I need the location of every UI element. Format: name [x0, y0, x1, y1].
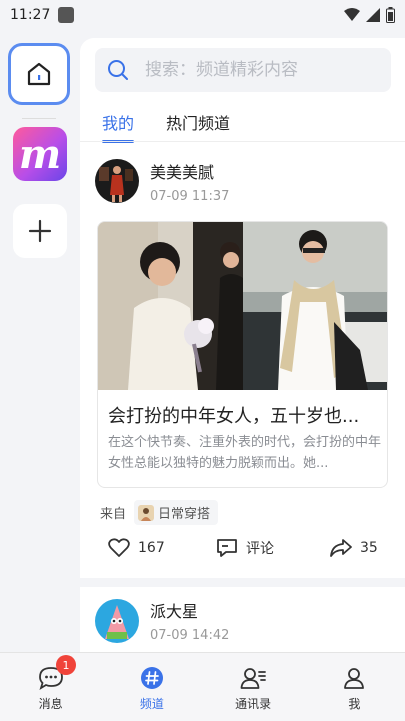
- like-button[interactable]: 167: [108, 538, 165, 558]
- post-author[interactable]: 派大星: [150, 598, 229, 622]
- share-count: 35: [360, 540, 378, 556]
- avatar[interactable]: [95, 159, 139, 203]
- nav-channels-label: 频道: [139, 697, 164, 711]
- source-label: 来自: [100, 507, 127, 522]
- rail-app-meitu[interactable]: m: [13, 127, 67, 181]
- comment-icon: [217, 539, 237, 557]
- share-button[interactable]: 35: [330, 538, 378, 558]
- rail-home-button[interactable]: [8, 43, 70, 105]
- tab-mine[interactable]: 我的: [102, 110, 135, 143]
- tabs-divider: [80, 141, 405, 142]
- channel-rail: m: [0, 30, 80, 652]
- feed-tabs: 我的 热门频道: [102, 110, 230, 143]
- nav-messages[interactable]: 1 消息: [0, 653, 101, 721]
- source-channel-chip[interactable]: 日常穿搭: [134, 500, 219, 525]
- contacts-icon: [240, 668, 267, 689]
- post-actions: 167 评论 35: [80, 538, 405, 570]
- comment-button[interactable]: 评论: [216, 538, 274, 558]
- post-header[interactable]: 派大星 07-09 14:42: [95, 598, 229, 643]
- nav-contacts[interactable]: 通讯录: [203, 653, 304, 721]
- plus-icon: [28, 219, 52, 243]
- search-icon: [108, 60, 128, 80]
- post-card[interactable]: 会打扮的中年女人，五十岁也... 在这个快节奏、注重外表的时代，会打扮的中年女性…: [97, 221, 388, 488]
- notification-icon: [58, 7, 75, 23]
- comment-label: 评论: [246, 541, 274, 557]
- hashtag-icon: [140, 667, 163, 689]
- post-time: 07-09 11:37: [150, 188, 230, 204]
- post-source: 来自 日常穿搭: [100, 500, 219, 525]
- channel-feed: 我的 热门频道 美美美腻 07-09 11:37: [80, 38, 405, 652]
- source-channel-name: 日常穿搭: [158, 507, 211, 522]
- tab-hot-channels[interactable]: 热门频道: [166, 110, 230, 140]
- channel-thumbnail-icon: [138, 504, 155, 521]
- post-card-title: 会打扮的中年女人，五十岁也...: [108, 406, 360, 427]
- post-time: 07-09 14:42: [150, 628, 230, 643]
- signal-icon: [366, 8, 380, 22]
- avatar[interactable]: [95, 598, 139, 643]
- status-bar: 11:27: [0, 0, 405, 30]
- nav-me[interactable]: 我: [304, 653, 405, 721]
- battery-icon: [386, 7, 395, 23]
- heart-icon: [108, 538, 130, 557]
- nav-me-label: 我: [348, 697, 361, 711]
- post-card-description: 在这个快节奏、注重外表的时代，会打扮的中年女性总能以独特的魅力脱颖而出。她...: [108, 435, 382, 471]
- meitu-logo-icon: m: [18, 130, 62, 178]
- nav-channels[interactable]: 频道: [101, 653, 202, 721]
- unread-badge: 1: [56, 655, 76, 675]
- search-bar[interactable]: [95, 48, 391, 92]
- post-header[interactable]: 美美美腻 07-09 11:37: [95, 158, 229, 204]
- rail-divider: [22, 118, 56, 119]
- nav-contacts-label: 通讯录: [235, 697, 272, 711]
- bottom-nav: 1 消息 频道 通讯录 我: [0, 652, 405, 721]
- share-icon: [330, 539, 352, 557]
- nav-messages-label: 消息: [38, 697, 63, 711]
- home-icon: [27, 62, 51, 86]
- like-count: 167: [138, 540, 165, 556]
- rail-add-button[interactable]: [13, 204, 67, 258]
- search-input[interactable]: [143, 59, 367, 81]
- status-time: 11:27: [10, 7, 51, 23]
- wifi-icon: [344, 8, 360, 21]
- user-icon: [344, 668, 365, 689]
- post-image: [98, 222, 387, 390]
- post-separator: [80, 578, 405, 587]
- post-author[interactable]: 美美美腻: [150, 159, 229, 183]
